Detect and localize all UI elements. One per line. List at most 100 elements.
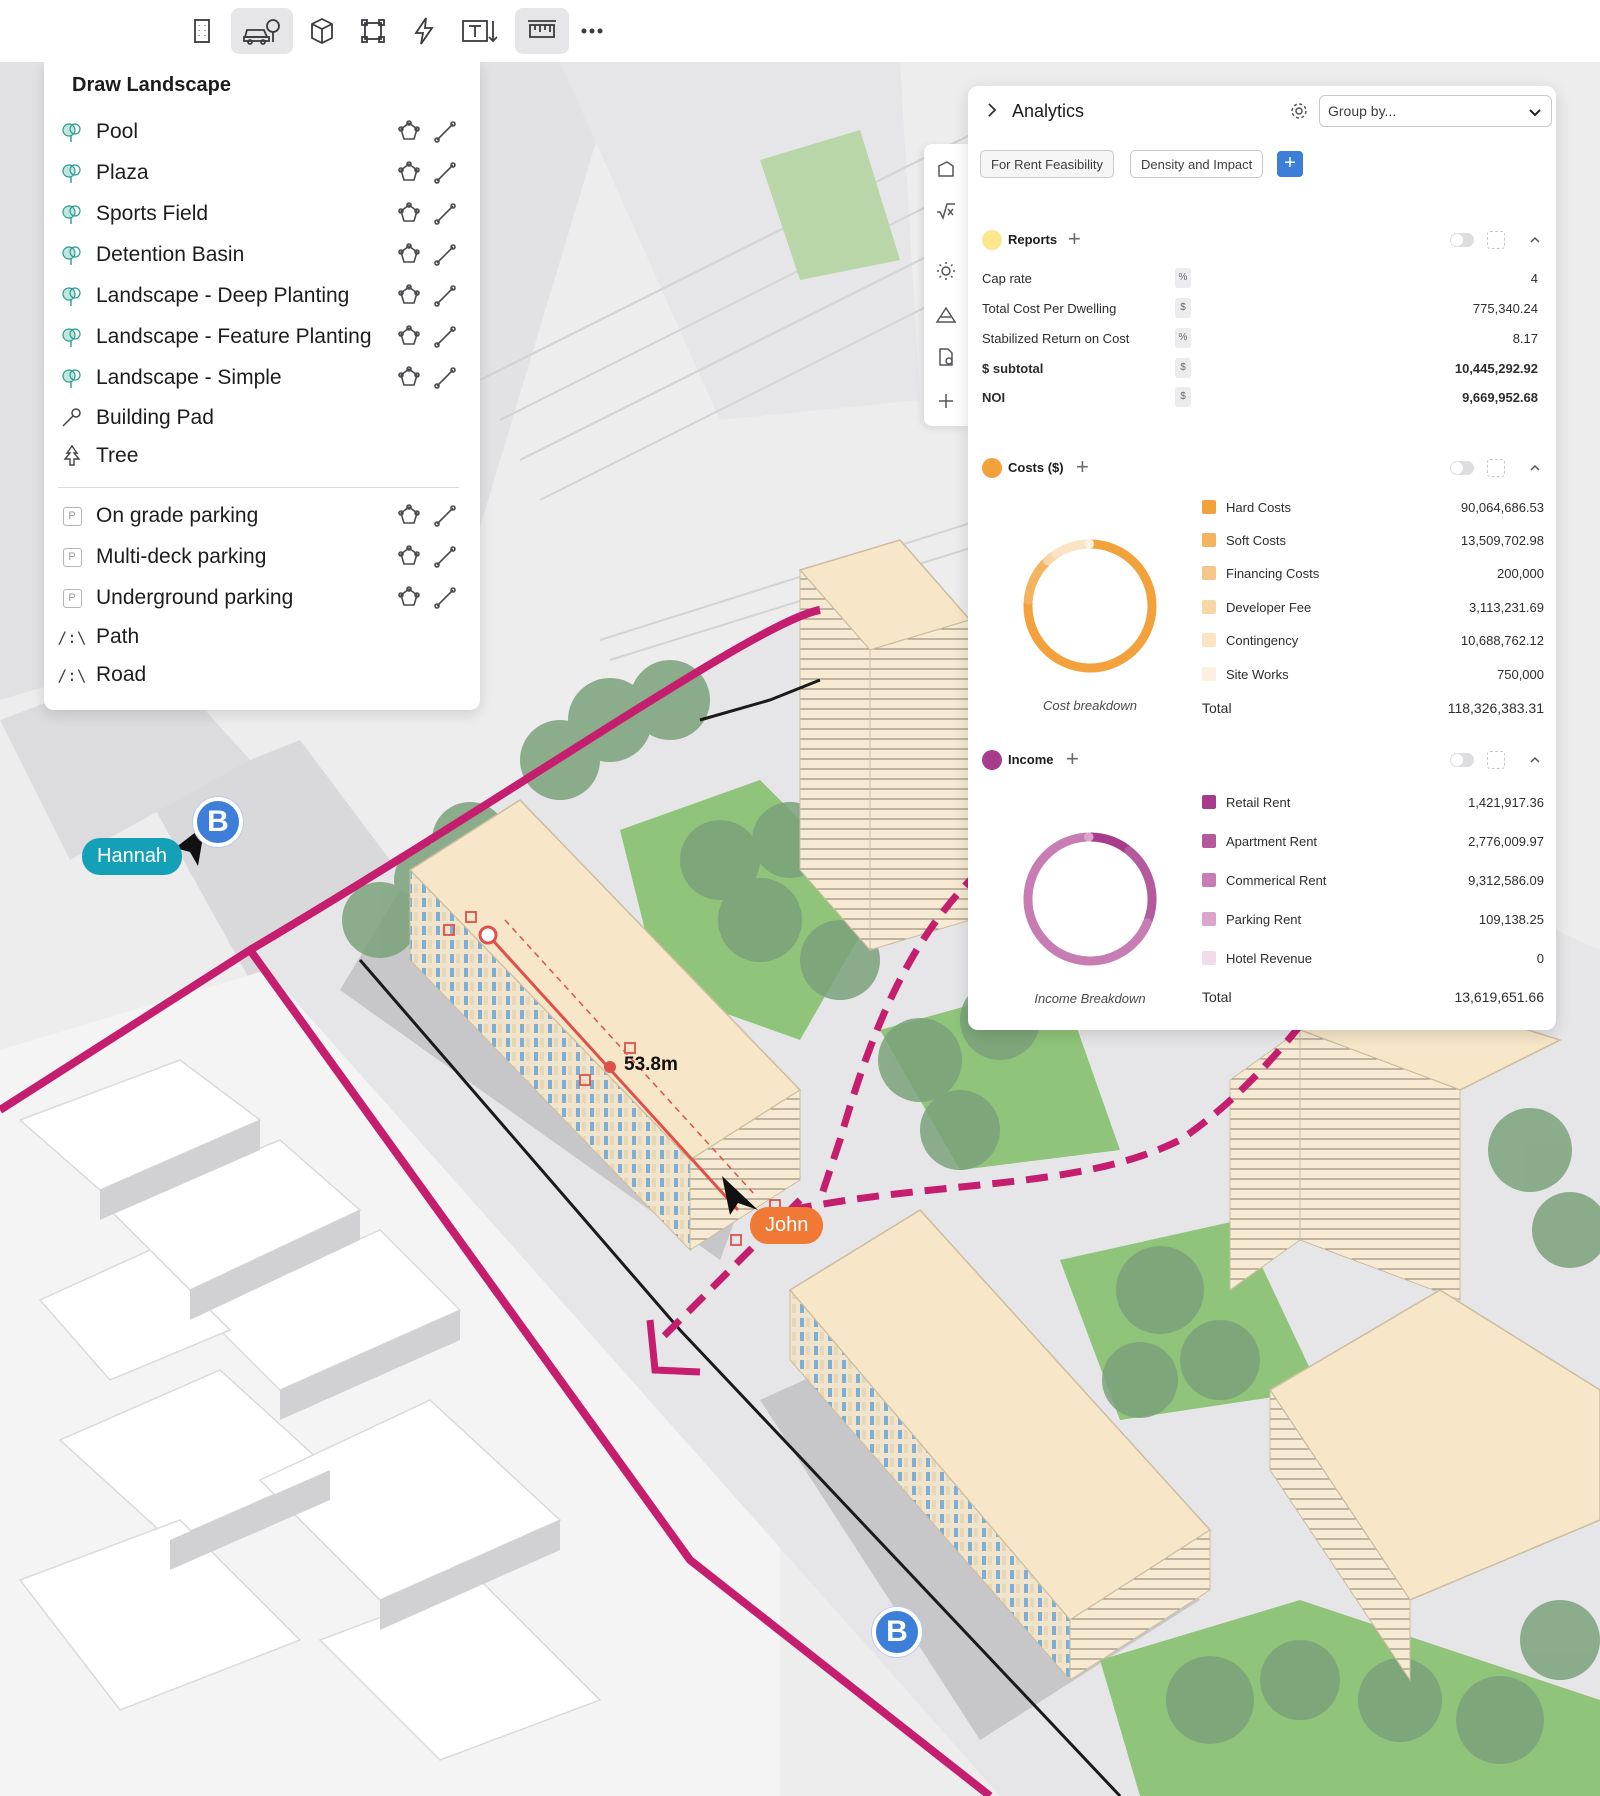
landscape-item[interactable]: Pool <box>58 114 466 150</box>
landscape-tool-button[interactable] <box>231 8 293 54</box>
chevron-up-icon[interactable] <box>1528 461 1542 475</box>
tree-icon <box>62 369 81 388</box>
parking-item[interactable]: P Underground parking <box>58 580 466 616</box>
landscape-item[interactable]: Landscape - Deep Planting <box>58 278 466 314</box>
analytics-title: Analytics <box>1012 101 1085 121</box>
landscape-item[interactable]: Landscape - Simple <box>58 360 466 396</box>
add-analysis-button[interactable] <box>931 386 961 416</box>
chevron-up-icon[interactable] <box>1528 753 1542 767</box>
report-row[interactable]: Cap rate% 4 <box>982 268 1542 290</box>
group-by-select[interactable]: Group by... <box>1319 95 1552 127</box>
legend-swatch <box>1202 533 1216 547</box>
parking-item[interactable]: /:\ Road <box>58 657 466 693</box>
add-cost-button[interactable]: + <box>1076 456 1089 478</box>
draw-line-button[interactable] <box>432 119 458 145</box>
reports-label: Reports <box>1008 232 1058 247</box>
draw-polygon-button[interactable] <box>396 119 422 145</box>
line-draw-icon <box>434 326 456 348</box>
report-value: 775,340.24 <box>1472 301 1538 316</box>
reports-toggle[interactable] <box>1450 233 1474 247</box>
draw-line-button[interactable] <box>432 503 458 529</box>
terrain-button[interactable] <box>931 300 961 330</box>
tree-icon <box>58 323 86 351</box>
landscape-item[interactable]: Sports Field <box>58 196 466 232</box>
add-tab-button[interactable]: + <box>1277 151 1303 177</box>
chevron-down-icon <box>1529 109 1541 117</box>
landscape-item[interactable]: Detention Basin <box>58 237 466 273</box>
square-root-icon <box>937 203 955 221</box>
legend-value: 10,688,762.12 <box>1460 633 1544 648</box>
landscape-item[interactable]: Landscape - Feature Planting <box>58 319 466 355</box>
landscape-item[interactable]: Tree <box>58 438 466 474</box>
more-tool-button[interactable] <box>565 8 619 54</box>
building-tool-button[interactable] <box>175 8 229 54</box>
draw-line-button[interactable] <box>432 242 458 268</box>
sun-study-button[interactable] <box>931 256 961 286</box>
cube-icon <box>311 17 333 45</box>
add-income-button[interactable]: + <box>1066 748 1079 770</box>
area-tool-button[interactable] <box>931 154 961 184</box>
massing-tool-button[interactable] <box>295 8 349 54</box>
draw-polygon-button[interactable] <box>396 324 422 350</box>
text-tool-button[interactable] <box>455 8 511 54</box>
report-unit: $ <box>1175 358 1191 378</box>
draw-polygon-button[interactable] <box>396 201 422 227</box>
frame-tool-button[interactable] <box>346 8 400 54</box>
energy-tool-button[interactable] <box>397 8 451 54</box>
draw-line-button[interactable] <box>432 324 458 350</box>
bus-stop-marker[interactable]: B <box>872 1607 922 1657</box>
draw-line-button[interactable] <box>432 283 458 309</box>
costs-legend-row: Site Works 750,000 <box>1202 664 1548 686</box>
draw-line-button[interactable] <box>432 160 458 186</box>
draw-line-button[interactable] <box>432 544 458 570</box>
reports-section-header: Reports + <box>982 228 1552 252</box>
measure-tool-button[interactable] <box>515 8 569 54</box>
legend-label: Soft Costs <box>1226 533 1286 548</box>
report-row[interactable]: Total Cost Per Dwelling $775,340.24 <box>982 298 1542 320</box>
copy-icon[interactable] <box>1487 751 1505 769</box>
tree-icon <box>58 118 86 146</box>
formula-button[interactable] <box>931 196 961 226</box>
draw-polygon-button[interactable] <box>396 585 422 611</box>
draw-polygon-button[interactable] <box>396 544 422 570</box>
income-toggle[interactable] <box>1450 753 1474 767</box>
draw-line-button[interactable] <box>432 365 458 391</box>
parking-item[interactable]: P On grade parking <box>58 498 466 534</box>
landscape-item-label: Pool <box>96 120 139 143</box>
add-report-button[interactable]: + <box>1068 228 1081 250</box>
report-button[interactable] <box>931 342 961 372</box>
line-draw-icon <box>434 546 456 568</box>
draw-line-button[interactable] <box>432 585 458 611</box>
legend-value: 13,509,702.98 <box>1460 533 1544 548</box>
copy-icon[interactable] <box>1487 231 1505 249</box>
income-donut-slice <box>1087 832 1132 854</box>
report-row[interactable]: $ subtotal $10,445,292.92 <box>982 358 1542 380</box>
draw-polygon-button[interactable] <box>396 242 422 268</box>
tree-icon <box>62 287 81 306</box>
parking-item-label: Road <box>96 663 147 686</box>
parking-item[interactable]: /:\ Path <box>58 619 466 655</box>
parking-item[interactable]: P Multi-deck parking <box>58 539 466 575</box>
chevron-right-icon[interactable] <box>982 100 1002 120</box>
polygon-draw-icon <box>398 120 420 140</box>
report-row[interactable]: NOI $9,669,952.68 <box>982 387 1542 409</box>
chevron-up-icon[interactable] <box>1528 233 1542 247</box>
draw-polygon-button[interactable] <box>396 283 422 309</box>
report-row[interactable]: Stabilized Return on Cost% 8.17 <box>982 328 1542 350</box>
landscape-item-label: Tree <box>96 444 139 467</box>
legend-label: Apartment Rent <box>1226 834 1318 849</box>
tab-density-and-impact[interactable]: Density and Impact <box>1130 150 1264 178</box>
draw-polygon-button[interactable] <box>396 160 422 186</box>
draw-polygon-button[interactable] <box>396 503 422 529</box>
top-toolbar <box>0 0 1600 62</box>
copy-icon[interactable] <box>1487 459 1505 477</box>
costs-toggle[interactable] <box>1450 461 1474 475</box>
draw-polygon-button[interactable] <box>396 365 422 391</box>
draw-line-button[interactable] <box>432 201 458 227</box>
tree-icon <box>62 164 81 183</box>
settings-icon[interactable] <box>1288 100 1310 122</box>
landscape-item[interactable]: Building Pad <box>58 400 466 436</box>
landscape-item[interactable]: Plaza <box>58 155 466 191</box>
bus-stop-marker[interactable]: B <box>193 797 243 847</box>
tab-for-rent-feasibility[interactable]: For Rent Feasibility <box>980 150 1114 178</box>
